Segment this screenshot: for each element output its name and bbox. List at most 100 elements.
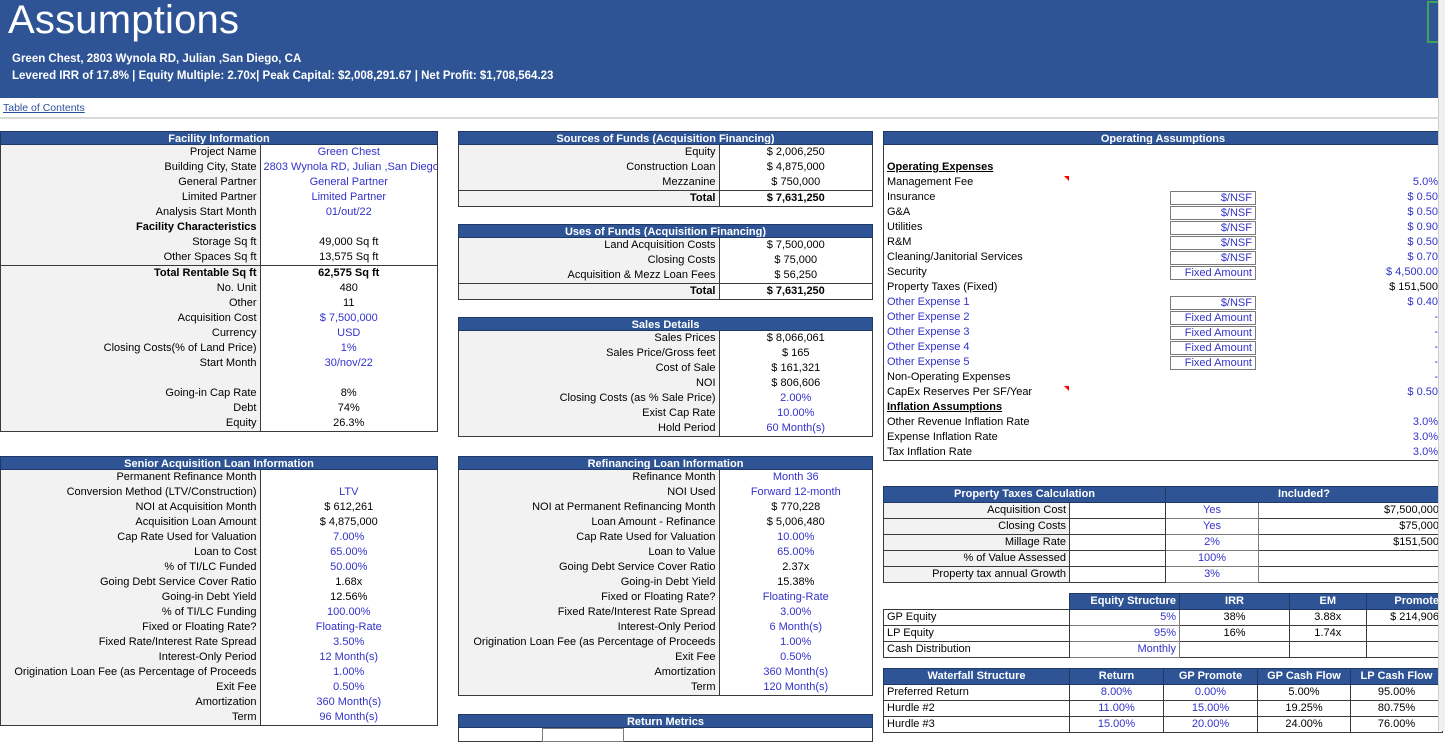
row-value[interactable]: 01/out/22 <box>260 205 437 220</box>
row-value[interactable]: $ 7,500,000 <box>260 311 437 326</box>
operating-expense-label: Utilities <box>887 220 922 235</box>
expense-basis-dropdown[interactable]: $/NSF <box>1170 206 1256 220</box>
waterfall-return-value[interactable]: 11.00% <box>1070 701 1164 717</box>
operating-expense-amount[interactable]: 5.0% <box>1413 175 1438 190</box>
inflation-rate-value[interactable]: 3.0% <box>1413 430 1438 445</box>
operating-expense-row: Property Taxes (Fixed)$ 151,500 <box>884 280 1442 295</box>
row-value[interactable]: Floating-Rate <box>260 620 437 635</box>
row-value[interactable]: 100.00% <box>260 605 437 620</box>
row-value[interactable]: 2.00% <box>719 391 872 406</box>
row-value[interactable]: 65.00% <box>260 545 437 560</box>
waterfall-gp-promote-value[interactable]: 20.00% <box>1164 717 1258 733</box>
property-tax-included-input[interactable]: Yes <box>1166 519 1259 535</box>
row-value[interactable]: Forward 12-month <box>719 485 872 500</box>
row-label: Fixed Rate/Interest Rate Spread <box>1 635 260 650</box>
inflation-rate-value[interactable]: 3.0% <box>1413 415 1438 430</box>
waterfall-return-value[interactable]: 15.00% <box>1070 717 1164 733</box>
uses-of-funds-table: Land Acquisition Costs$ 7,500,000Closing… <box>459 238 872 299</box>
inflation-rate-value[interactable]: 3.0% <box>1413 445 1438 460</box>
operating-expense-amount[interactable]: $ 151,500 <box>1389 280 1438 295</box>
row-label: NOI at Permanent Refinancing Month <box>459 500 719 515</box>
row-value[interactable]: USD <box>260 326 437 341</box>
expense-basis-dropdown[interactable]: $/NSF <box>1170 236 1256 250</box>
row-value[interactable]: Green Chest <box>260 145 437 160</box>
table-row: Building City, State2803 Wynola RD, Juli… <box>1 160 437 175</box>
expense-basis-dropdown[interactable]: Fixed Amount <box>1170 356 1256 370</box>
row-value[interactable]: 120 Month(s) <box>719 680 872 695</box>
expense-basis-dropdown[interactable]: Fixed Amount <box>1170 311 1256 325</box>
row-value[interactable]: 6 Month(s) <box>719 620 872 635</box>
row-value[interactable]: 0.50% <box>719 650 872 665</box>
operating-expense-row: Utilities $/NSF $ 0.90 <box>884 220 1442 235</box>
row-value[interactable]: 12 Month(s) <box>260 650 437 665</box>
table-row: Debt74% <box>1 401 437 416</box>
operating-expense-row: Other Expense 2Fixed Amount- <box>884 310 1442 325</box>
row-value[interactable]: General Partner <box>260 175 437 190</box>
table-row: Equity26.3% <box>1 416 437 431</box>
operating-expense-amount[interactable]: $ 0.90 <box>1407 220 1438 235</box>
expense-basis-dropdown[interactable]: Fixed Amount <box>1170 341 1256 355</box>
equity-share-input[interactable]: Monthly <box>1070 642 1180 658</box>
row-value[interactable]: 96 Month(s) <box>260 710 437 725</box>
facility-information-table: Project NameGreen ChestBuilding City, St… <box>1 145 437 431</box>
row-value[interactable]: 1.00% <box>260 665 437 680</box>
operating-expense-amount[interactable]: $ 0.50 <box>1407 235 1438 250</box>
table-row: Origination Loan Fee (as Percentage of P… <box>459 635 872 650</box>
row-value[interactable]: 60 Month(s) <box>719 421 872 436</box>
expense-basis-dropdown[interactable]: $/NSF <box>1170 251 1256 265</box>
row-value[interactable]: 7.00% <box>260 530 437 545</box>
expense-basis-dropdown[interactable]: $/NSF <box>1170 296 1256 310</box>
expense-basis-dropdown[interactable]: Fixed Amount <box>1170 266 1256 280</box>
row-value[interactable]: Floating-Rate <box>719 590 872 605</box>
row-value[interactable]: 0.50% <box>260 680 437 695</box>
row-value[interactable]: 30/nov/22 <box>260 356 437 371</box>
row-label: Closing Costs (as % Sale Price) <box>459 391 719 406</box>
operating-expense-amount[interactable]: $ 0.50 <box>1407 205 1438 220</box>
row-value[interactable]: 65.00% <box>719 545 872 560</box>
row-value: 480 <box>260 281 437 296</box>
equity-share-input[interactable]: 5% <box>1070 610 1180 626</box>
row-value[interactable]: 50.00% <box>260 560 437 575</box>
vertical-scrollbar[interactable] <box>1438 0 1445 731</box>
row-value[interactable]: LTV <box>260 485 437 500</box>
row-value[interactable]: 3.50% <box>260 635 437 650</box>
expense-basis-dropdown[interactable]: $/NSF <box>1170 221 1256 235</box>
table-of-contents-link[interactable]: Table of Contents <box>3 102 85 114</box>
waterfall-gp-promote-value[interactable]: 15.00% <box>1164 701 1258 717</box>
operating-expense-amount[interactable]: $ 0.50 <box>1407 385 1438 400</box>
property-tax-included-input[interactable]: 100% <box>1166 551 1259 567</box>
waterfall-gp-promote-value[interactable]: 0.00% <box>1164 685 1258 701</box>
property-taxes-header-row: Property Taxes Calculation Included? <box>884 487 1443 503</box>
row-value[interactable]: 360 Month(s) <box>719 665 872 680</box>
property-tax-included-input[interactable]: 3% <box>1166 567 1259 583</box>
expense-basis-dropdown[interactable]: Fixed Amount <box>1170 326 1256 340</box>
operating-expense-amount[interactable]: $ 0.70 <box>1407 250 1438 265</box>
operating-expense-amount[interactable]: $ 0.50 <box>1407 190 1438 205</box>
expense-basis-dropdown[interactable]: $/NSF <box>1170 191 1256 205</box>
return-metrics-input-cell[interactable] <box>542 728 624 742</box>
row-value[interactable]: 2803 Wynola RD, Julian ,San Diego, CA <box>260 160 437 175</box>
operating-expense-amount[interactable]: $ 0.40 <box>1407 295 1438 310</box>
equity-share-input[interactable]: 95% <box>1070 626 1180 642</box>
operating-expense-row: Other Expense 4Fixed Amount- <box>884 340 1442 355</box>
property-tax-included-input[interactable]: 2% <box>1166 535 1259 551</box>
row-value[interactable] <box>260 470 437 485</box>
uses-of-funds-panel: Uses of Funds (Acquisition Financing) La… <box>458 224 873 300</box>
row-value[interactable]: Month 36 <box>719 470 872 485</box>
row-value[interactable]: 3.00% <box>719 605 872 620</box>
table-row: Storage Sq ft49,000 Sq ft <box>1 235 437 250</box>
operating-expense-amount[interactable]: $ 4,500.00 <box>1386 265 1438 280</box>
row-value[interactable]: 10.00% <box>719 530 872 545</box>
table-row: Equity$ 2,006,250 <box>459 145 872 160</box>
row-value[interactable]: 10.00% <box>719 406 872 421</box>
row-value[interactable]: 1.00% <box>719 635 872 650</box>
waterfall-return-value[interactable]: 8.00% <box>1070 685 1164 701</box>
row-label: Total <box>459 191 719 207</box>
row-value: 15.38% <box>719 575 872 590</box>
row-label: Start Month <box>1 356 260 371</box>
row-value[interactable]: 1% <box>260 341 437 356</box>
row-label: Construction Loan <box>459 160 719 175</box>
row-value[interactable]: 360 Month(s) <box>260 695 437 710</box>
row-value[interactable]: Limited Partner <box>260 190 437 205</box>
property-tax-included-input[interactable]: Yes <box>1166 503 1259 519</box>
